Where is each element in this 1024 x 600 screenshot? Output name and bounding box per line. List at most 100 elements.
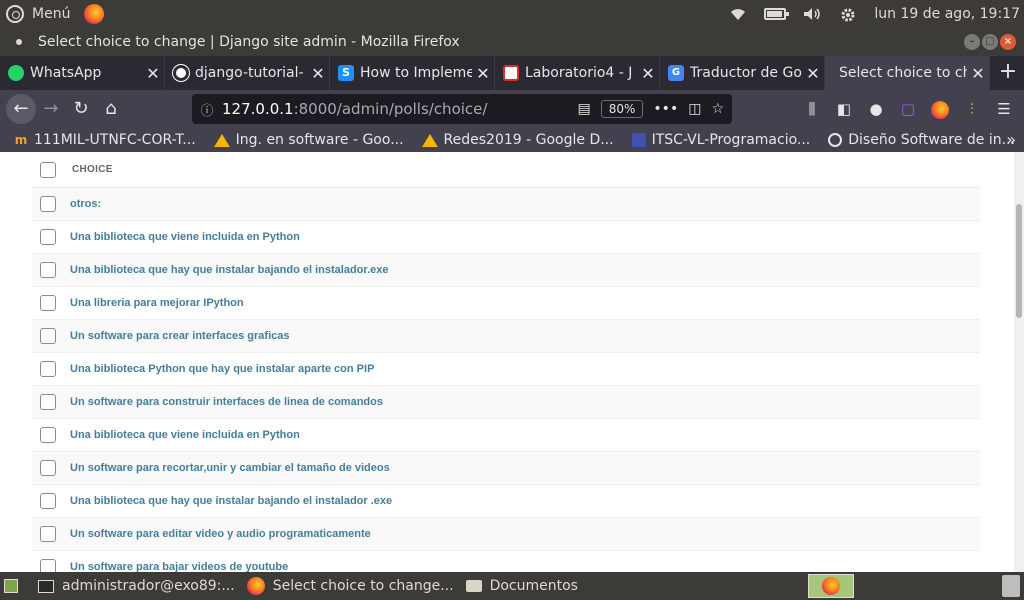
choice-link[interactable]: Una biblioteca Python que hay que instal… — [70, 363, 374, 375]
bookmark-111mil[interactable]: m 111MIL-UTNFC-COR-T... — [14, 132, 196, 148]
row-checkbox[interactable] — [40, 361, 56, 377]
maximize-icon[interactable]: □ — [982, 34, 998, 50]
row-checkbox[interactable] — [40, 559, 56, 572]
navigation-toolbar: ← → ↻ ⌂ ⓘ 127.0.0.1:8000/admin/polls/cho… — [0, 90, 1024, 128]
bookmark-redes2019[interactable]: Redes2019 - Google D... — [421, 132, 614, 148]
scrollbar-thumb[interactable] — [1016, 204, 1022, 318]
url-text[interactable]: 127.0.0.1:8000/admin/polls/choice/ — [222, 100, 487, 118]
minimize-icon[interactable]: – — [964, 34, 980, 50]
bookmark-itsc[interactable]: ITSC-VL-Programacio... — [631, 132, 810, 148]
row-checkbox[interactable] — [40, 295, 56, 311]
task-terminal[interactable]: administrador@exo89:... — [32, 572, 241, 600]
task-label: administrador@exo89:... — [62, 578, 235, 594]
choice-link[interactable]: Un software para recortar,unir y cambiar… — [70, 462, 390, 474]
window-titlebar[interactable]: Select choice to change | Django site ad… — [0, 28, 1024, 56]
select-all-checkbox[interactable] — [40, 161, 56, 178]
show-desktop-icon[interactable] — [4, 579, 18, 593]
reader-view-icon[interactable]: ▤ — [578, 101, 591, 117]
close-tab-icon[interactable]: ✕ — [142, 64, 164, 83]
gmail-icon — [503, 65, 519, 81]
firefox-extension-icon[interactable] — [928, 97, 952, 121]
site-info-icon[interactable]: ⓘ — [192, 100, 222, 119]
workspace-switcher[interactable] — [808, 574, 854, 598]
task-firefox[interactable]: Select choice to change... — [241, 572, 460, 600]
row-checkbox[interactable] — [40, 460, 56, 476]
choice-link[interactable]: Una biblioteca que hay que instalar baja… — [70, 495, 392, 507]
zoom-level[interactable]: 80% — [600, 100, 644, 118]
google-translate-icon: G — [668, 65, 684, 81]
close-tab-icon[interactable]: ✕ — [472, 64, 494, 83]
row-checkbox[interactable] — [40, 394, 56, 410]
extension-bars-icon[interactable]: ⫶ — [960, 97, 984, 121]
table-row: Una biblioteca que hay que instalar baja… — [32, 485, 980, 518]
tab-how-to-implement[interactable]: S How to Impleme ✕ — [330, 56, 495, 90]
tab-select-choice[interactable]: Select choice to cha ✕ — [825, 56, 990, 90]
folder-icon — [465, 580, 482, 592]
account-icon[interactable]: ● — [864, 97, 888, 121]
tab-django-tutorial[interactable]: django-tutorial- ✕ — [165, 56, 330, 90]
tab-label: How to Impleme — [360, 65, 472, 81]
row-checkbox[interactable] — [40, 427, 56, 443]
hamburger-menu-icon[interactable]: ☰ — [992, 97, 1016, 121]
battery-icon[interactable] — [764, 8, 790, 20]
choice-link[interactable]: Un software para crear interfaces grafic… — [70, 330, 290, 342]
bookmark-diseno-software[interactable]: Diseño Software de in... — [828, 132, 1015, 148]
choice-link[interactable]: Una biblioteca que viene incluida en Pyt… — [70, 429, 300, 441]
tab-traductor[interactable]: G Traductor de Go ✕ — [660, 56, 825, 90]
bookmarks-overflow-icon[interactable]: » — [1006, 128, 1016, 152]
page-actions-icon[interactable]: ••• — [653, 101, 678, 117]
bookmark-star-icon[interactable]: ☆ — [711, 101, 724, 117]
close-tab-icon[interactable]: ✕ — [967, 64, 989, 83]
task-documentos[interactable]: Documentos — [460, 572, 584, 600]
tab-laboratorio4[interactable]: Laboratorio4 - J ✕ — [495, 56, 660, 90]
table-row: Un software para bajar videos de youtube — [32, 551, 980, 572]
window-controls: – □ × — [964, 34, 1016, 50]
row-checkbox[interactable] — [40, 262, 56, 278]
workspace-firefox-icon — [822, 577, 840, 595]
column-header-choice[interactable]: CHOICE — [72, 164, 113, 175]
wifi-icon[interactable] — [728, 7, 748, 21]
url-bar[interactable]: ⓘ 127.0.0.1:8000/admin/polls/choice/ ▤ 8… — [192, 94, 732, 124]
row-checkbox[interactable] — [40, 328, 56, 344]
bottom-panel: administrador@exo89:... Select choice to… — [0, 572, 1024, 600]
row-checkbox[interactable] — [40, 196, 56, 212]
row-checkbox[interactable] — [40, 229, 56, 245]
page-scrollbar[interactable] — [1014, 152, 1024, 572]
close-tab-icon[interactable]: ✕ — [307, 64, 329, 83]
tab-whatsapp[interactable]: WhatsApp ✕ — [0, 56, 165, 90]
choice-link[interactable]: Una biblioteca que viene incluida en Pyt… — [70, 231, 300, 243]
choice-link[interactable]: Un software para editar video y audio pr… — [70, 528, 371, 540]
new-tab-button[interactable]: + — [992, 56, 1024, 90]
volume-icon[interactable] — [802, 7, 822, 21]
clock[interactable]: lun 19 de ago, 19:17 — [874, 6, 1020, 22]
url-bar-actions: ▤ 80% ••• ◫ ☆ — [578, 94, 724, 124]
reload-button[interactable]: ↻ — [66, 94, 96, 124]
firefox-launcher-icon[interactable] — [84, 4, 105, 24]
globe-icon — [828, 133, 843, 147]
forward-button[interactable]: → — [36, 94, 66, 124]
pocket-icon[interactable]: ◫ — [688, 101, 701, 117]
sidebar-icon[interactable]: ◧ — [832, 97, 856, 121]
close-window-icon[interactable]: × — [1000, 34, 1016, 50]
choice-link[interactable]: Un software para construir interfaces de… — [70, 396, 383, 408]
home-button[interactable]: ⌂ — [96, 94, 126, 124]
choice-link[interactable]: Una libreria para mejorar IPython — [70, 297, 244, 309]
menu-button[interactable]: Menú — [0, 0, 105, 28]
choice-link[interactable]: Un software para bajar videos de youtube — [70, 561, 288, 572]
choice-link[interactable]: Una biblioteca que hay que instalar baja… — [70, 264, 388, 276]
table-row: otros: — [32, 188, 980, 221]
close-tab-icon[interactable]: ✕ — [802, 64, 824, 83]
settings-gear-icon[interactable] — [838, 7, 858, 22]
firefox-icon — [246, 577, 265, 595]
bookmark-ing-software[interactable]: Ing. en software - Goo... — [213, 132, 404, 148]
choice-link[interactable]: otros: — [70, 198, 101, 210]
moodle-icon: m — [14, 133, 28, 147]
trash-icon[interactable] — [1002, 575, 1020, 597]
close-tab-icon[interactable]: ✕ — [637, 64, 659, 83]
row-checkbox[interactable] — [40, 526, 56, 542]
row-checkbox[interactable] — [40, 493, 56, 509]
library-icon[interactable]: ⫼ — [800, 97, 824, 121]
extension-icon[interactable]: ▢ — [896, 97, 920, 121]
back-button[interactable]: ← — [6, 94, 36, 124]
github-icon — [172, 64, 190, 82]
